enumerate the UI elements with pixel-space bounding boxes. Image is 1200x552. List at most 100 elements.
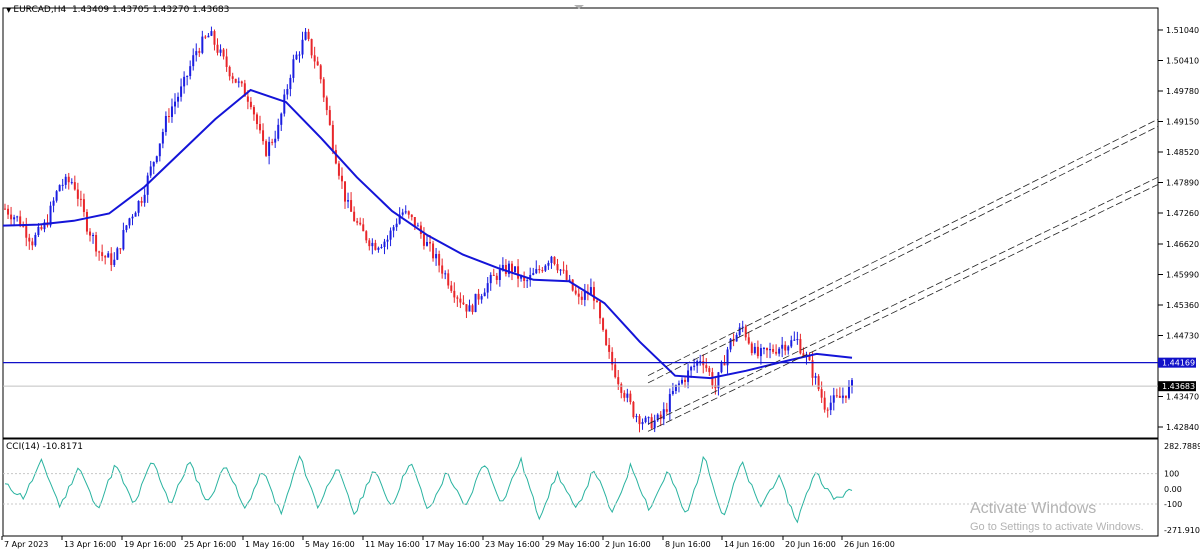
candle-body <box>377 247 380 250</box>
candle-body <box>441 265 444 274</box>
candle-body <box>140 200 143 203</box>
candle-body <box>143 194 146 203</box>
candle-body <box>167 115 170 117</box>
candle-body <box>644 417 647 423</box>
price-tick-label: 1.51040 <box>1166 26 1199 35</box>
price-tick-label: 1.47890 <box>1166 179 1199 188</box>
candle-body <box>246 96 249 102</box>
candle-body <box>389 230 392 240</box>
candle-body <box>793 339 796 341</box>
candle-body <box>328 110 331 125</box>
price-tick-label: 1.50410 <box>1166 57 1199 66</box>
candle-body <box>796 339 799 341</box>
candle-body <box>538 269 541 271</box>
time-tick-label: 5 May 16:00 <box>305 540 355 549</box>
time-tick-label: 25 Apr 16:00 <box>184 540 236 549</box>
hline-price-label: 1.44169 <box>1162 359 1195 368</box>
trading-chart[interactable]: 1.51040 1.50410 1.49780 1.49150 1.48520 1.478… <box>0 0 1200 552</box>
candle-body <box>195 51 198 56</box>
candle-body <box>319 65 322 80</box>
candle-body <box>416 225 419 227</box>
candle-body <box>514 266 517 273</box>
candle-body <box>410 214 413 217</box>
price-tick-label: 1.45360 <box>1166 301 1199 310</box>
candle-body <box>753 346 756 354</box>
candle-body <box>82 199 85 212</box>
candle-body <box>790 340 793 347</box>
time-tick-label: 14 Jun 16:00 <box>724 540 775 549</box>
candle-body <box>708 368 711 373</box>
time-tick-label: 20 Jun 16:00 <box>785 540 836 549</box>
candle-body <box>180 86 183 97</box>
main-price-pane[interactable] <box>2 7 1159 439</box>
candle-body <box>623 392 626 398</box>
candle-body <box>705 365 708 369</box>
candle-body <box>201 36 204 53</box>
candle-body <box>547 262 550 266</box>
candle-body <box>778 348 781 354</box>
candle-body <box>104 256 107 258</box>
candle-body <box>4 208 6 210</box>
candle-body <box>677 383 680 385</box>
candle-body <box>152 161 155 167</box>
candle-body <box>34 234 37 246</box>
candle-body <box>295 54 298 60</box>
candle-body <box>617 377 620 385</box>
candle-body <box>787 346 790 351</box>
candle-body <box>474 293 477 313</box>
candle-body <box>765 347 768 351</box>
candle-body <box>383 241 386 247</box>
candle-body <box>851 380 853 386</box>
candle-body <box>614 364 617 378</box>
candle-body <box>714 385 717 389</box>
candle-body <box>107 253 110 258</box>
candle-body <box>626 393 629 398</box>
candle-body <box>340 175 343 182</box>
candle-body <box>216 44 219 53</box>
candle-body <box>635 416 638 418</box>
candle-body <box>404 211 407 213</box>
candle-body <box>498 269 501 280</box>
candle-body <box>116 248 119 260</box>
candle-body <box>61 184 64 186</box>
candle-body <box>122 229 125 250</box>
time-axis: 7 Apr 2023 13 Apr 16:00 19 Apr 16:00 25 Apr… <box>1 536 895 549</box>
candle-body <box>662 409 665 420</box>
candle-body <box>432 243 435 259</box>
candle-body <box>55 191 58 201</box>
candle-body <box>829 402 832 411</box>
candle-body <box>447 273 450 286</box>
time-tick-label: 26 Jun 16:00 <box>844 540 895 549</box>
time-tick-label: 23 May 16:00 <box>485 540 540 549</box>
candle-body <box>110 253 113 265</box>
chart-header: ▼ EURCAD,H4 1.43409 1.43705 1.43270 1.436… <box>6 5 229 15</box>
candle-body <box>101 252 104 257</box>
candle-body <box>28 237 31 242</box>
cci-label: CCI(14) -10.8171 <box>6 442 84 452</box>
candle-body <box>605 329 608 345</box>
candle-body <box>395 223 398 228</box>
candle-body <box>73 182 76 190</box>
candle-body <box>192 55 195 67</box>
candle-body <box>799 339 802 354</box>
candle-body <box>769 349 772 351</box>
candle-body <box>826 409 829 411</box>
candle-body <box>374 242 377 250</box>
candle-body <box>298 54 301 56</box>
candle-body <box>31 241 34 246</box>
candle-body <box>471 305 474 313</box>
candle-body <box>750 343 753 354</box>
candle-body <box>204 36 207 38</box>
candle-body <box>325 97 328 111</box>
candle-body <box>517 266 520 279</box>
candle-body <box>356 221 359 223</box>
candle-body <box>174 101 177 107</box>
candle-body <box>668 394 671 412</box>
time-tick-label: 17 May 16:00 <box>425 540 480 549</box>
candle-body <box>301 39 304 55</box>
candle-body <box>177 96 180 102</box>
ohlc-values: 1.43409 1.43705 1.43270 1.43683 <box>71 5 230 15</box>
candle-body <box>58 185 61 192</box>
candle-body <box>535 269 538 274</box>
candle-body <box>817 376 820 390</box>
